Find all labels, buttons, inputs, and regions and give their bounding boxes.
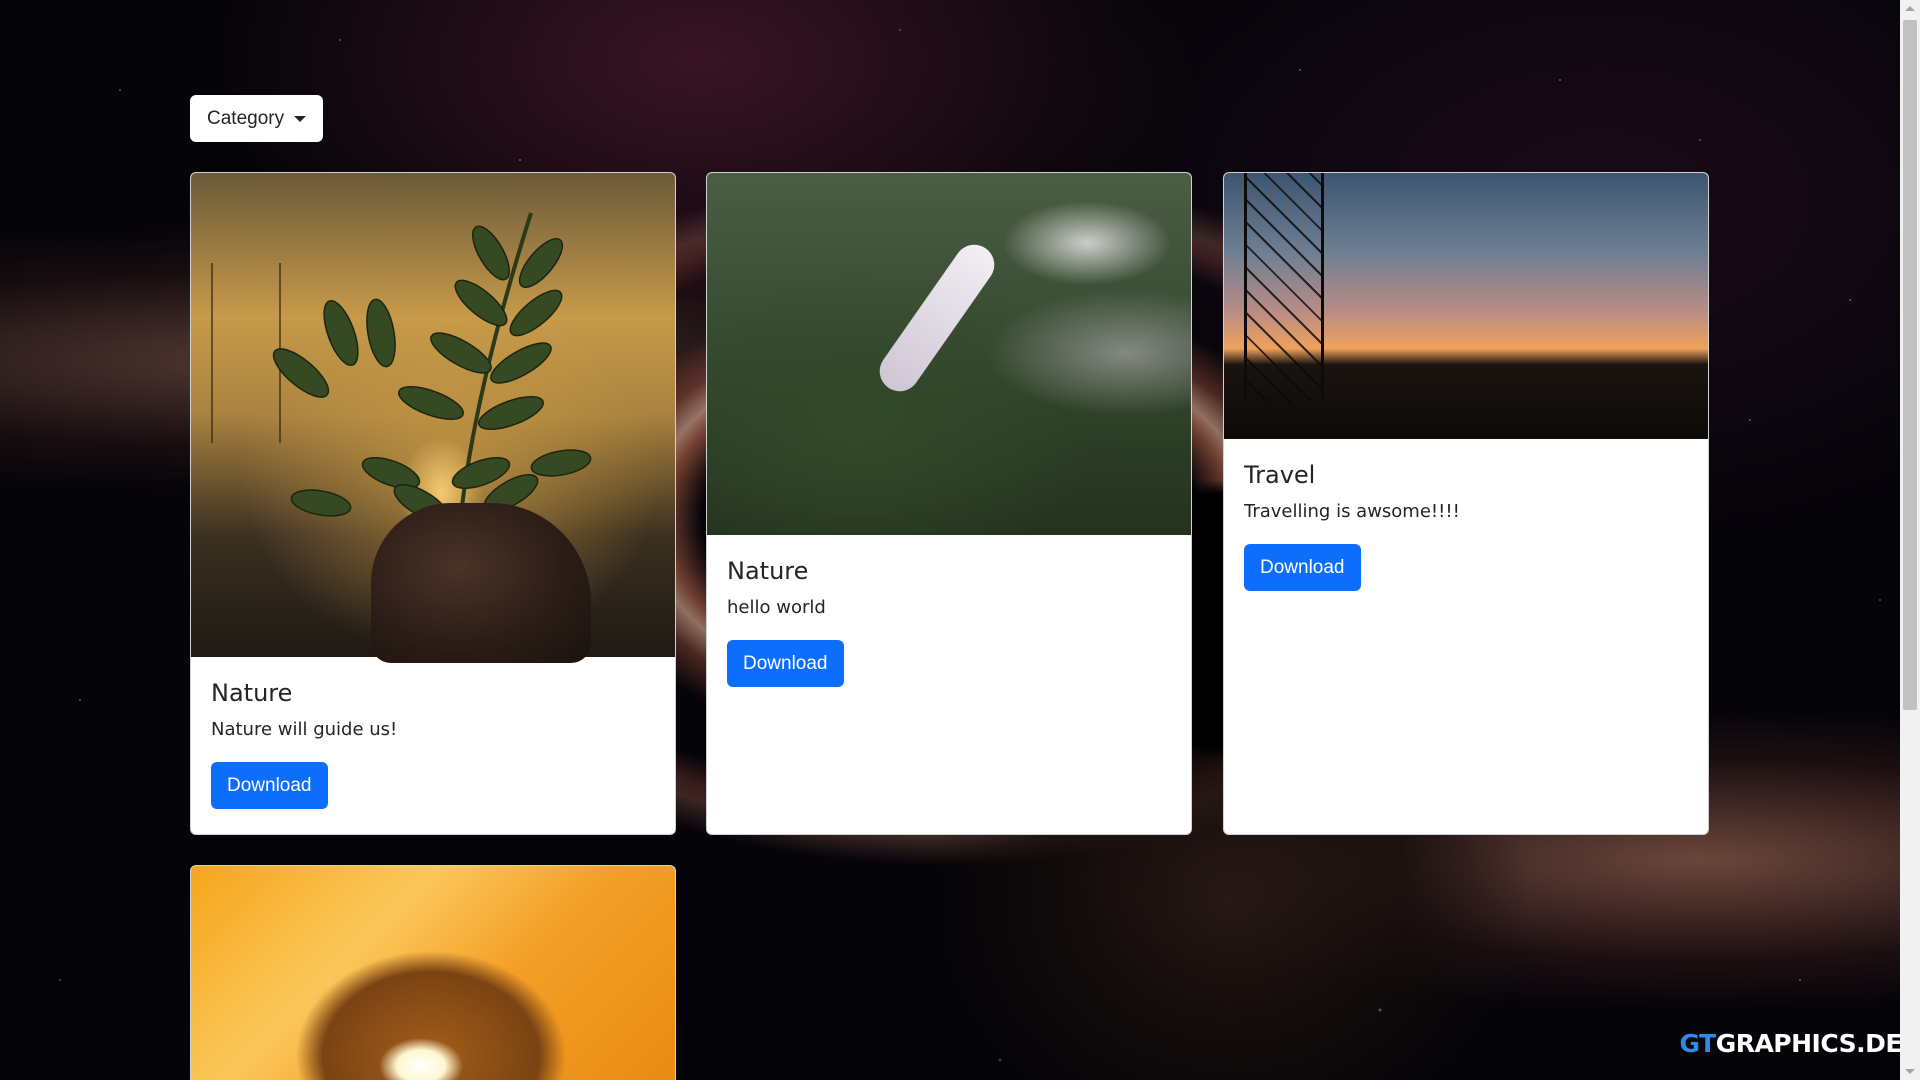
card-nature-1: Nature Nature will guide us! Download: [190, 172, 676, 835]
card-body: Travel Travelling is awsome!!!! Download: [1224, 439, 1708, 611]
card-image-fern: [191, 173, 675, 663]
card-nature-2: Nature hello world Download: [706, 172, 1192, 835]
vertical-scrollbar[interactable]: [1900, 0, 1920, 1080]
card-title: Nature: [211, 679, 293, 707]
card-title: Travel: [1244, 461, 1316, 489]
download-button[interactable]: Download: [211, 762, 328, 809]
download-button[interactable]: Download: [727, 640, 844, 687]
download-button[interactable]: Download: [1244, 544, 1361, 591]
card-text: Travelling is awsome!!!!: [1244, 501, 1460, 522]
card-image-sunset-tower: [1224, 173, 1708, 439]
card-text: hello world: [727, 597, 826, 618]
card-body: Nature Nature will guide us! Download: [191, 657, 675, 829]
category-dropdown-label: Category: [207, 107, 285, 129]
card-image-flower: [707, 173, 1191, 535]
category-dropdown-button[interactable]: Category: [190, 95, 324, 142]
card-travel: Travel Travelling is awsome!!!! Download: [1223, 172, 1709, 835]
caret-down-icon: [294, 115, 307, 122]
power-tower-silhouette: [1244, 173, 1324, 403]
scroll-down-arrow-icon[interactable]: [1905, 1069, 1915, 1074]
card-image-leaf: [191, 866, 675, 1080]
main-content: Category Nature Nature will guide us! Do…: [190, 95, 1710, 1080]
scrollbar-thumb[interactable]: [1903, 20, 1917, 710]
flower-spike: [871, 236, 1003, 400]
scroll-up-arrow-icon[interactable]: [1905, 6, 1915, 11]
card-title: Nature: [727, 557, 809, 585]
watermark-logo: GTGRAPHICS.DE: [1679, 1029, 1903, 1058]
card-text: Nature will guide us!: [211, 719, 398, 740]
card-body: Nature hello world Download: [707, 535, 1191, 707]
card-leaf: [190, 865, 676, 1080]
